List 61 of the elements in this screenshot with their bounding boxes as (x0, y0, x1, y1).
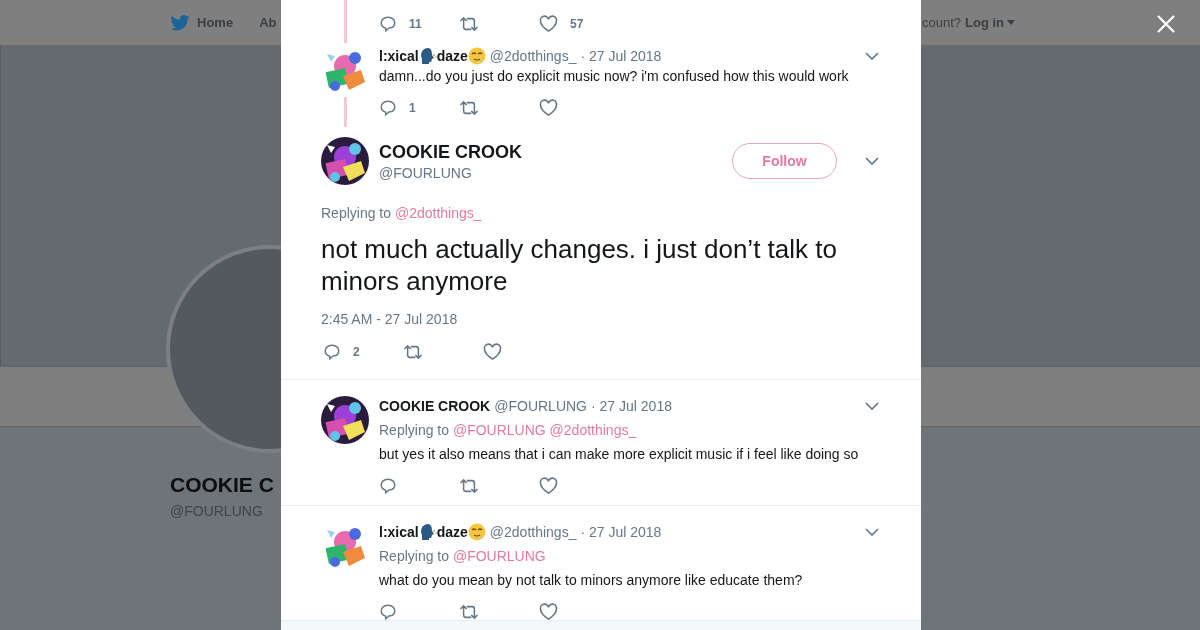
retweet-icon[interactable] (403, 343, 423, 361)
user-name[interactable]: COOKIE CROOK (379, 398, 491, 414)
tweet-text: but yes it also means that i can make more explicit music if i feel like doing so (379, 445, 860, 464)
tweet-date[interactable]: · 27 Jul 2018 (580, 524, 662, 540)
close-icon[interactable] (1157, 15, 1175, 33)
reply-count: 1 (409, 101, 416, 115)
tweet-text: what do you mean by not talk to minors anymore like educate them? (379, 571, 804, 590)
user-handle[interactable]: @2dotthings_ (489, 48, 577, 64)
reply-icon[interactable] (379, 99, 397, 117)
heart-icon[interactable] (539, 603, 558, 621)
reply-icon[interactable] (379, 603, 397, 621)
follow-button[interactable]: Follow (732, 143, 837, 179)
reply-icon[interactable] (323, 343, 341, 361)
mention-link[interactable]: @FOURLUNG (452, 548, 546, 564)
heart-icon[interactable] (483, 343, 502, 361)
profile-name: COOKIE C (170, 473, 274, 497)
drooling-face-icon (467, 47, 486, 65)
reply-count: 2 (353, 345, 360, 359)
user-name[interactable]: l:xical (379, 524, 419, 540)
tweet-date[interactable]: · 27 Jul 2018 (580, 48, 662, 64)
user-handle[interactable]: @FOURLUNG (494, 398, 587, 414)
replying-label: Replying to (379, 422, 450, 438)
mention-link[interactable]: @FOURLUNG (452, 422, 546, 438)
speaking-head-icon (418, 523, 437, 541)
reply-count: 11 (409, 17, 422, 31)
login-prompt: count? (921, 15, 961, 30)
home-link[interactable]: Home (170, 14, 234, 31)
user-handle[interactable]: @FOURLUNG (379, 164, 722, 181)
chevron-icon[interactable] (865, 401, 879, 411)
retweet-icon[interactable] (459, 477, 479, 495)
login-link[interactable]: Log in (965, 15, 1004, 30)
mention-link[interactable]: @2dotthings_ (549, 422, 637, 438)
retweet-icon[interactable] (459, 15, 479, 33)
drooling-face-icon (467, 523, 486, 541)
speaking-head-icon (418, 47, 437, 65)
user-handle[interactable]: @2dotthings_ (489, 524, 577, 540)
retweet-icon[interactable] (459, 99, 479, 117)
chevron-icon[interactable] (865, 527, 879, 537)
user-name[interactable]: COOKIE CROOK (379, 141, 522, 163)
caret-icon[interactable] (1007, 20, 1015, 25)
heart-icon[interactable] (539, 99, 558, 117)
retweet-icon[interactable] (459, 603, 479, 621)
replying-label: Replying to (321, 205, 392, 221)
heart-icon[interactable] (539, 15, 558, 33)
tweet-time: 2:45 AM - 27 Jul 2018 (321, 311, 459, 327)
tweet-date[interactable]: · 27 Jul 2018 (591, 398, 672, 414)
tweet-text: not much actually changes. i just don’t talk to minors anymore (321, 233, 838, 297)
reply-icon[interactable] (379, 15, 397, 33)
heart-icon[interactable] (539, 477, 558, 495)
chevron-icon[interactable] (865, 156, 879, 166)
chevron-icon[interactable] (865, 51, 879, 61)
user-name[interactable]: daze (436, 524, 468, 540)
bird-icon (170, 14, 190, 31)
user-name[interactable]: l:xical (379, 48, 419, 64)
nav-link[interactable]: Ab (259, 15, 277, 30)
tweet-text: damn...do you just do explicit music now? i'm confused how this would work (379, 67, 850, 86)
mention-link[interactable]: @2dotthings_ (394, 205, 482, 221)
like-count: 57 (570, 17, 584, 31)
user-name[interactable]: daze (436, 48, 468, 64)
replying-label: Replying to (379, 548, 450, 564)
reply-icon[interactable] (379, 477, 397, 495)
